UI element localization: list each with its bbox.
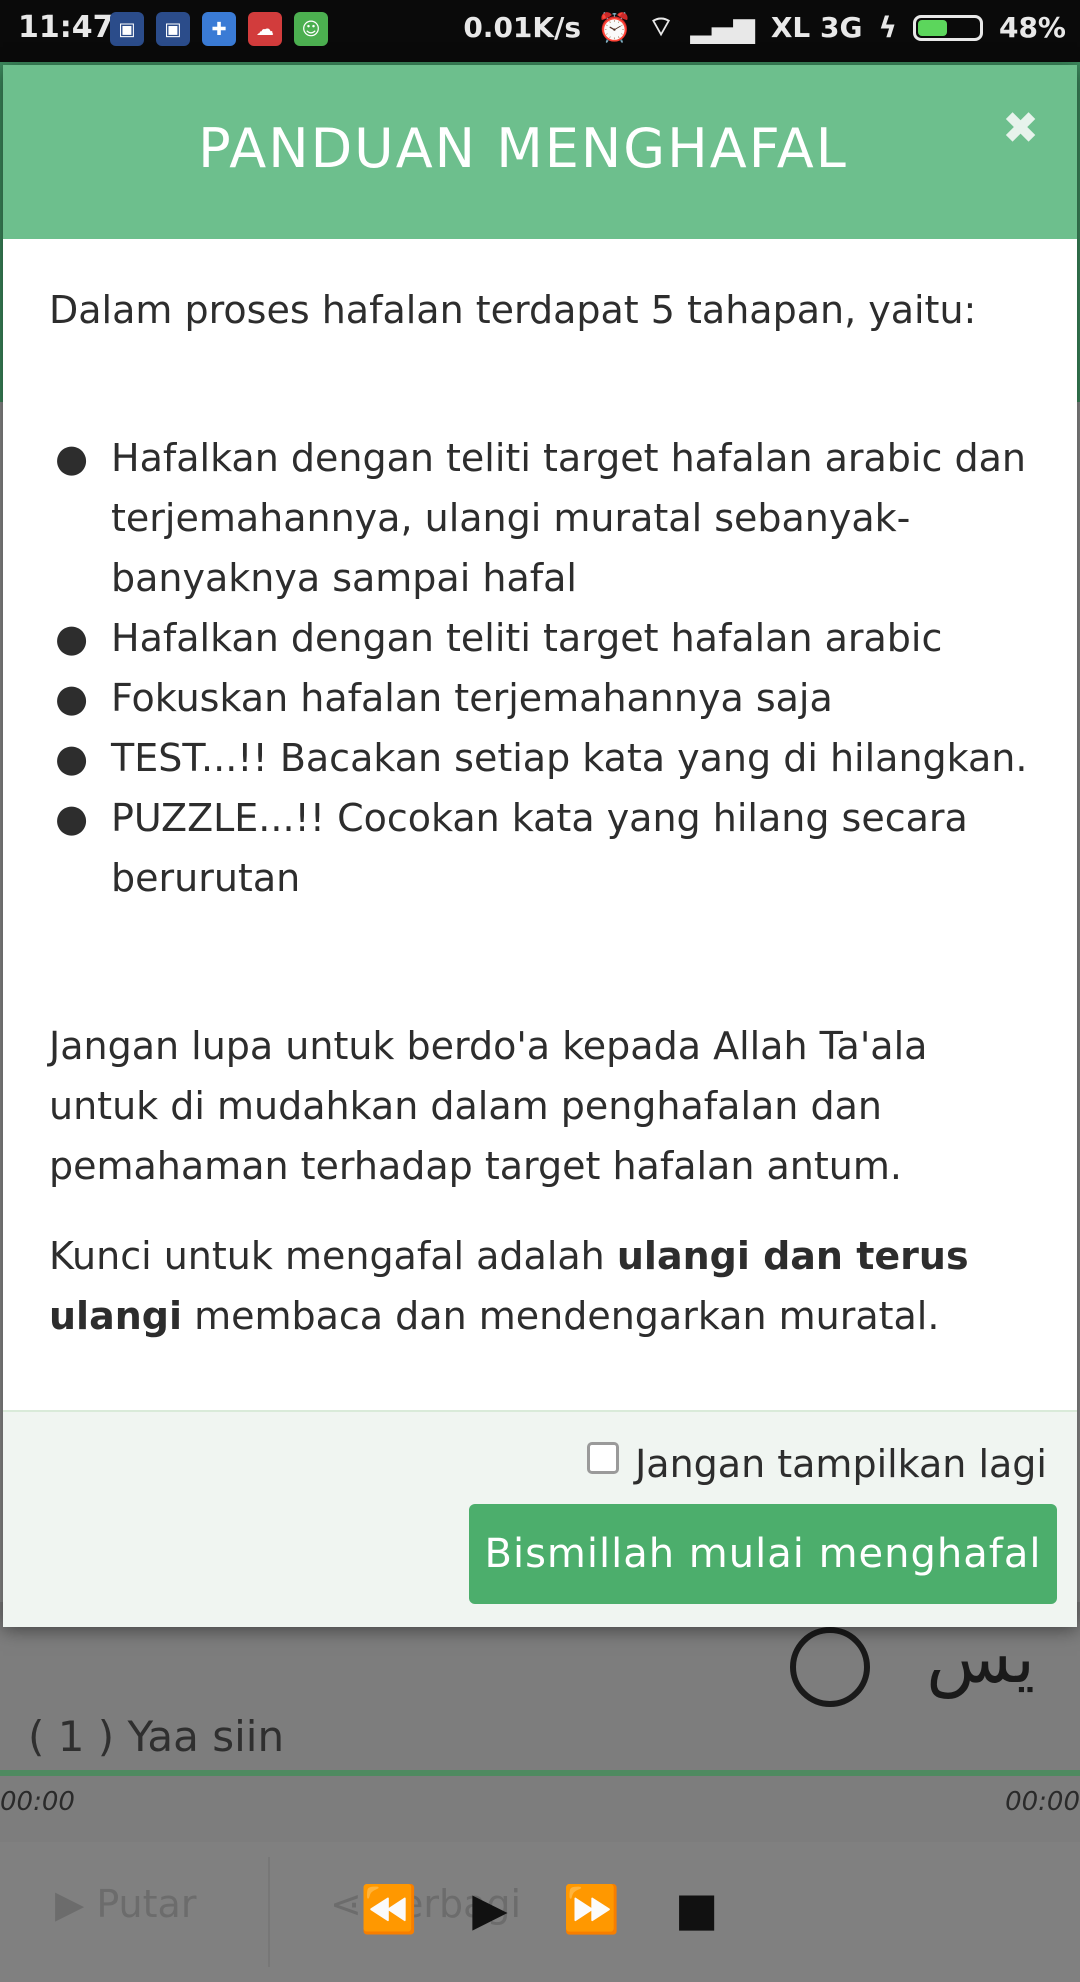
wifi-icon: ⌔: [647, 10, 675, 43]
step-text: TEST...!! Bacakan setiap kata yang di hi…: [111, 736, 1028, 780]
steps-list: ● Hafalkan dengan teliti target hafalan a…: [49, 428, 1039, 908]
surah-emblem-icon: [790, 1627, 870, 1707]
stop-icon[interactable]: ■: [675, 1882, 718, 1937]
battery-level: [917, 19, 947, 36]
status-bar: 11:47 ▣ ▣ ✚ ☁ ☺ 0.01K/s ⏰ ⌔ ▂▄▆ XL 3G ϟ …: [0, 0, 1080, 62]
close-icon[interactable]: ✖: [1002, 103, 1039, 154]
list-item: ● TEST...!! Bacakan setiap kata yang di h…: [49, 728, 1039, 788]
key-prefix: Kunci untuk mengafal adalah: [49, 1234, 617, 1278]
net-speed: 0.01K/s: [463, 11, 582, 44]
dua-paragraph: Jangan lupa untuk berdo'a kepada Allah T…: [49, 1024, 928, 1188]
fast-forward-icon[interactable]: ⏩: [563, 1882, 620, 1937]
playback-buttons: ⏪ ▶ ⏩ ■: [360, 1882, 718, 1937]
key-paragraph: Kunci untuk mengafal adalah ulangi dan t…: [49, 1226, 1039, 1346]
step-text: Hafalkan dengan teliti target hafalan ar…: [111, 436, 1026, 600]
step-text: Fokuskan hafalan terjemahannya saja: [111, 676, 833, 720]
list-item: ● Fokuskan hafalan terjemahannya saja: [49, 668, 1039, 728]
player-controls: ▶ Putar ⋖ Berbagi ⏪ ▶ ⏩ ■: [0, 1842, 1080, 1982]
divider: [268, 1857, 270, 1967]
bbm-icon: ▣: [110, 12, 144, 46]
key-suffix: membaca dan mendengarkan muratal.: [182, 1294, 940, 1338]
modal-header: PANDUAN MENGHAFAL ✖: [3, 65, 1077, 239]
bbm-icon: ▣: [156, 12, 190, 46]
dont-show-label: Jangan tampilkan lagi: [635, 1442, 1047, 1486]
total-time: 00:00: [1005, 1787, 1080, 1817]
audio-progress-bar[interactable]: [0, 1770, 1080, 1776]
list-item: ● Hafalkan dengan teliti target hafalan a…: [49, 428, 1039, 608]
step-text: PUZZLE...!! Cocokan kata yang hilang sec…: [111, 796, 968, 900]
play-icon[interactable]: ▶: [472, 1882, 507, 1937]
alarm-icon: ⏰: [597, 11, 632, 44]
elapsed-time: 00:00: [0, 1787, 75, 1817]
charging-icon: ϟ: [878, 11, 897, 44]
status-time: 11:47: [18, 10, 114, 45]
android-app-icon: ☺: [294, 12, 328, 46]
cloud-app-icon: ☁: [248, 12, 282, 46]
list-item: ● Hafalkan dengan teliti target hafalan a…: [49, 608, 1039, 668]
intro-text: Dalam proses hafalan terdapat 5 tahapan,…: [49, 288, 977, 332]
notification-icons: ▣ ▣ ✚ ☁ ☺: [110, 12, 328, 46]
play-text-label: Putar: [96, 1882, 197, 1926]
surah-arabic-name: يس: [926, 1617, 1035, 1699]
play-text-button[interactable]: ▶ Putar: [55, 1882, 196, 1926]
battery-icon: [912, 14, 983, 41]
dont-show-checkbox[interactable]: [587, 1442, 620, 1474]
modal-title: PANDUAN MENGHAFAL: [198, 117, 848, 180]
modal-footer: Jangan tampilkan lagi Bismillah mulai me…: [3, 1410, 1077, 1627]
step-text: Hafalkan dengan teliti target hafalan ar…: [111, 616, 943, 660]
rewind-icon[interactable]: ⏪: [360, 1882, 417, 1937]
bullet-icon: ●: [55, 796, 89, 840]
verse-label[interactable]: ( 1 ) Yaa siin: [28, 1712, 284, 1761]
status-right: 0.01K/s ⏰ ⌔ ▂▄▆ XL 3G ϟ 48%: [463, 10, 1066, 45]
battery-percent: 48%: [998, 11, 1066, 44]
puzzle-app-icon: ✚: [202, 12, 236, 46]
guide-modal: PANDUAN MENGHAFAL ✖ Dalam proses hafalan…: [3, 65, 1077, 1627]
bullet-icon: ●: [55, 616, 89, 660]
bullet-icon: ●: [55, 736, 89, 780]
modal-body: Dalam proses hafalan terdapat 5 tahapan,…: [49, 280, 1039, 1346]
carrier: XL 3G: [770, 11, 863, 44]
signal-icon: ▂▄▆: [690, 11, 755, 44]
bullet-icon: ●: [55, 676, 89, 720]
start-memorizing-button[interactable]: Bismillah mulai menghafal: [469, 1504, 1057, 1604]
dont-show-again[interactable]: Jangan tampilkan lagi: [587, 1442, 1047, 1486]
list-item: ● PUZZLE...!! Cocokan kata yang hilang se…: [49, 788, 1039, 908]
bullet-icon: ●: [55, 436, 89, 480]
